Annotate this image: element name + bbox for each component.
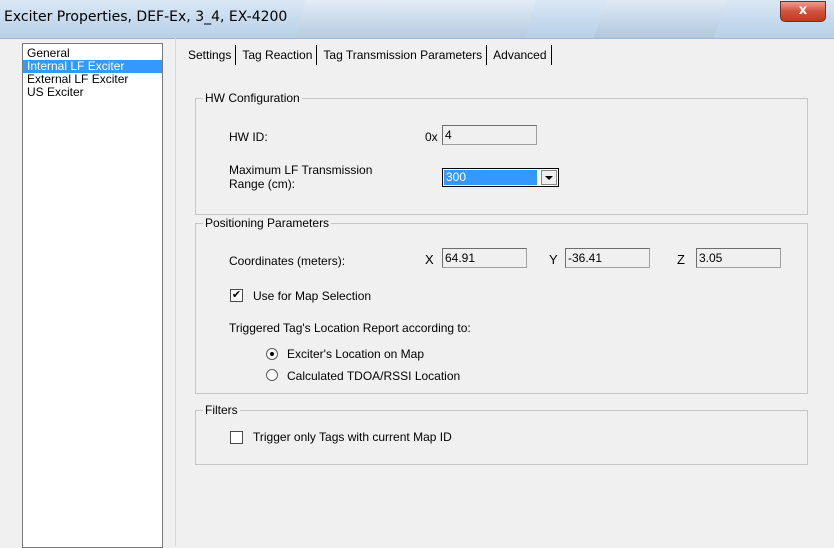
trigger-current-map-label[interactable]: Trigger only Tags with current Map ID bbox=[253, 430, 452, 444]
hw-configuration-group: HW Configuration bbox=[195, 91, 808, 215]
hw-id-label: HW ID: bbox=[229, 130, 268, 144]
x-coordinate-label: X bbox=[425, 252, 434, 267]
trigger-current-map-checkbox[interactable] bbox=[230, 431, 243, 444]
y-coordinate-label: Y bbox=[549, 252, 558, 267]
range-dropdown[interactable]: 300 bbox=[442, 168, 559, 187]
use-map-selection-checkbox[interactable]: ✔ bbox=[230, 289, 243, 302]
tdoa-rssi-location-radio[interactable] bbox=[266, 369, 278, 381]
y-coordinate-field[interactable]: -36.41 bbox=[565, 248, 650, 268]
z-coordinate-label: Z bbox=[677, 252, 685, 267]
x-coordinate-field[interactable]: 64.91 bbox=[442, 248, 527, 268]
range-label-line2: Range (cm): bbox=[229, 177, 296, 191]
location-report-label: Triggered Tag's Location Report accordin… bbox=[229, 321, 471, 335]
z-coordinate-field[interactable]: 3.05 bbox=[696, 248, 781, 268]
tab-settings[interactable]: Settings bbox=[184, 45, 237, 65]
title-bar-reflection bbox=[291, 0, 539, 38]
hw-configuration-legend: HW Configuration bbox=[203, 91, 302, 105]
exciter-location-radio[interactable] bbox=[266, 348, 278, 360]
category-item-us-exciter[interactable]: US Exciter bbox=[23, 86, 162, 99]
hw-id-prefix: 0x bbox=[425, 130, 438, 144]
close-button[interactable]: x bbox=[780, 1, 826, 22]
chevron-down-icon[interactable] bbox=[541, 170, 557, 185]
title-bar-reflection bbox=[589, 0, 731, 38]
hw-id-field[interactable]: 4 bbox=[442, 125, 537, 145]
window-title: Exciter Properties, DEF-Ex, 3_4, EX-4200 bbox=[4, 9, 288, 25]
title-bar: Exciter Properties, DEF-Ex, 3_4, EX-4200… bbox=[0, 0, 834, 39]
exciter-location-label[interactable]: Exciter's Location on Map bbox=[287, 347, 424, 361]
tab-bar: Settings Tag Reaction Tag Transmission P… bbox=[184, 45, 554, 69]
filters-legend: Filters bbox=[203, 403, 240, 417]
positioning-parameters-legend: Positioning Parameters bbox=[203, 216, 332, 230]
panel-divider bbox=[175, 38, 176, 546]
category-list[interactable]: General Internal LF Exciter External LF … bbox=[22, 43, 163, 548]
range-dropdown-value: 300 bbox=[444, 170, 537, 185]
range-label-line1: Maximum LF Transmission bbox=[229, 163, 373, 177]
tab-tag-transmission-parameters[interactable]: Tag Transmission Parameters bbox=[319, 45, 488, 65]
use-map-selection-label[interactable]: Use for Map Selection bbox=[253, 289, 371, 303]
tdoa-rssi-location-label[interactable]: Calculated TDOA/RSSI Location bbox=[287, 369, 460, 383]
tab-tag-reaction[interactable]: Tag Reaction bbox=[238, 45, 318, 65]
tab-advanced[interactable]: Advanced bbox=[489, 45, 552, 65]
coordinates-label: Coordinates (meters): bbox=[229, 254, 346, 268]
